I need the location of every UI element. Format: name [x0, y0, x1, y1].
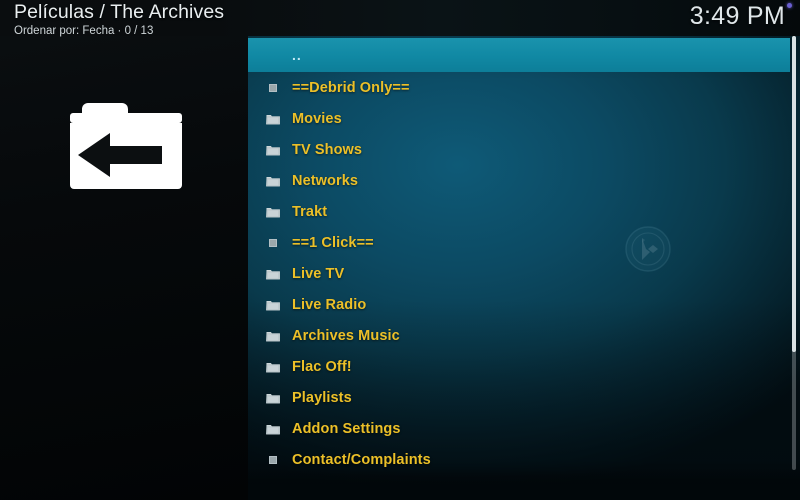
- list-item-label: Flac Off!: [292, 358, 352, 375]
- folder-icon: [266, 422, 280, 436]
- file-icon: [269, 83, 277, 92]
- list-item-label: Networks: [292, 172, 359, 189]
- top-header-bar: Películas / The Archives Ordenar por: Fe…: [0, 0, 800, 38]
- list-item[interactable]: Archives Music: [248, 320, 800, 351]
- kodi-file-browser-screen: .. ==Debrid Only== Movies TV Shows Networks T…: [0, 0, 800, 500]
- list-item-label: ==Debrid Only==: [292, 79, 410, 96]
- list-item-label: Live Radio: [292, 296, 367, 313]
- folder-icon: [266, 112, 280, 126]
- list-item[interactable]: Flac Off!: [248, 351, 800, 382]
- list-item[interactable]: Live TV: [248, 258, 800, 289]
- file-list-viewport[interactable]: .. ==Debrid Only== Movies TV Shows Networks T…: [248, 36, 800, 472]
- folder-icon: [266, 360, 280, 374]
- list-item-label: Playlists: [292, 389, 352, 406]
- left-info-panel: [0, 0, 248, 500]
- list-item-label: Addon Settings: [292, 420, 401, 437]
- folder-icon: [266, 143, 280, 157]
- clock-label: 3:49 PM: [689, 2, 785, 30]
- folder-icon: [266, 298, 280, 312]
- list-item-label: Movies: [292, 110, 342, 127]
- notification-dot-icon: [787, 3, 792, 8]
- breadcrumb: Películas / The Archives Ordenar por: Fe…: [14, 1, 224, 38]
- list-item[interactable]: ==Debrid Only==: [248, 72, 800, 103]
- list-item[interactable]: Live Radio: [248, 289, 800, 320]
- list-scrollbar[interactable]: [792, 36, 796, 470]
- list-item[interactable]: Trakt: [248, 196, 800, 227]
- parent-folder-back-icon: [58, 95, 194, 199]
- folder-icon: [266, 267, 280, 281]
- list-item-label: Trakt: [292, 203, 328, 220]
- list-scrollbar-thumb[interactable]: [792, 36, 796, 352]
- list-item-label: ..: [292, 47, 302, 63]
- list-item-label: Archives Music: [292, 327, 400, 344]
- file-list-content-area: .. ==Debrid Only== Movies TV Shows Networks T…: [248, 0, 800, 500]
- list-item[interactable]: Playlists: [248, 382, 800, 413]
- folder-icon: [266, 329, 280, 343]
- list-item[interactable]: Movies: [248, 103, 800, 134]
- list-item[interactable]: Addon Settings: [248, 413, 800, 444]
- list-item[interactable]: ==1 Click==: [248, 227, 800, 258]
- file-icon: [269, 455, 277, 464]
- page-title: Películas / The Archives: [14, 1, 225, 23]
- no-icon: [266, 48, 280, 62]
- list-item[interactable]: Contact/Complaints: [248, 444, 800, 472]
- list-item-label: TV Shows: [292, 141, 363, 158]
- list-item[interactable]: Networks: [248, 165, 800, 196]
- list-item[interactable]: TV Shows: [248, 134, 800, 165]
- sort-status-label: Ordenar por: Fecha · 0 / 13: [14, 25, 154, 37]
- folder-icon: [266, 391, 280, 405]
- list-item[interactable]: ..: [248, 38, 790, 72]
- folder-icon: [266, 174, 280, 188]
- list-item-label: Live TV: [292, 265, 345, 282]
- folder-icon: [266, 205, 280, 219]
- list-item-label: ==1 Click==: [292, 234, 374, 251]
- file-list: .. ==Debrid Only== Movies TV Shows Networks T…: [248, 36, 800, 472]
- list-item-label: Contact/Complaints: [292, 451, 431, 468]
- file-icon: [269, 238, 277, 247]
